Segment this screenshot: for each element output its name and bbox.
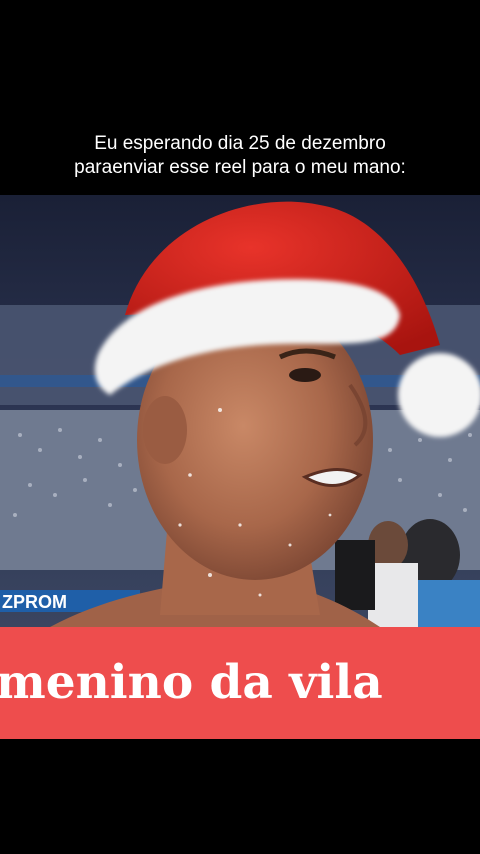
background-person-2-body <box>368 563 418 627</box>
background-person-3-body <box>335 540 375 610</box>
advertising-board-text: ZPROM <box>2 592 67 612</box>
santa-hat-pompom <box>398 353 480 437</box>
player-eye <box>289 368 321 382</box>
caption: Eu esperando dia 25 de dezembro paraenvi… <box>0 132 480 180</box>
title-banner: menino da vila <box>0 627 480 739</box>
player-ear <box>143 396 187 464</box>
caption-line-2: paraenviar esse reel para o meu mano: <box>74 157 406 178</box>
video-frame: ZPROM <box>0 195 480 627</box>
banner-title: menino da vila <box>0 655 383 710</box>
stadium-scene: ZPROM <box>0 195 480 627</box>
caption-line-1: Eu esperando dia 25 de dezembro <box>94 133 386 154</box>
